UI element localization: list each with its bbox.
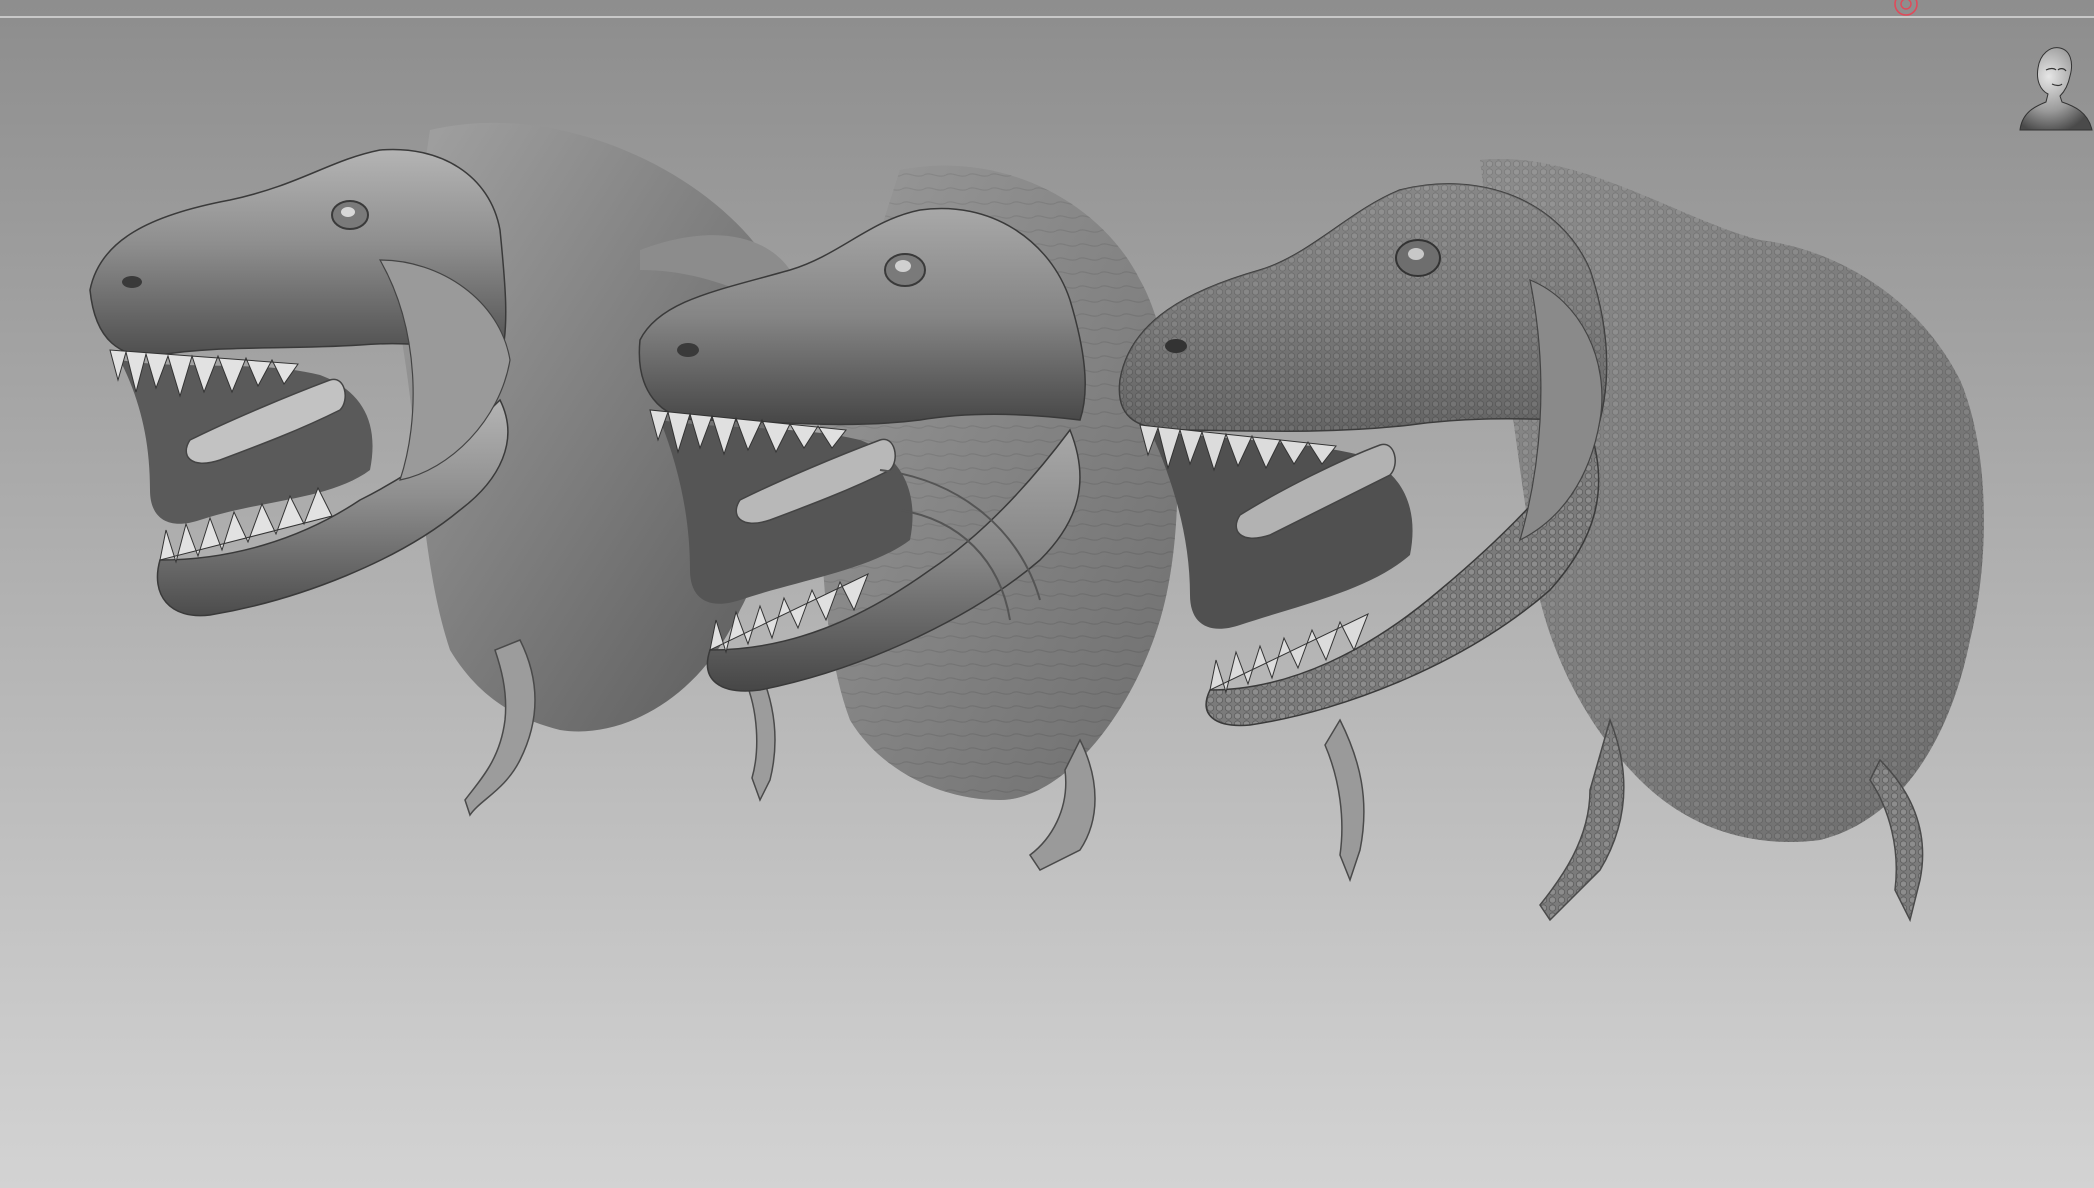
t-rex-model-3[interactable] (1118, 159, 1984, 923)
sculpt-scene (89, 122, 1984, 923)
sculpt-viewport[interactable] (0, 0, 2094, 1188)
